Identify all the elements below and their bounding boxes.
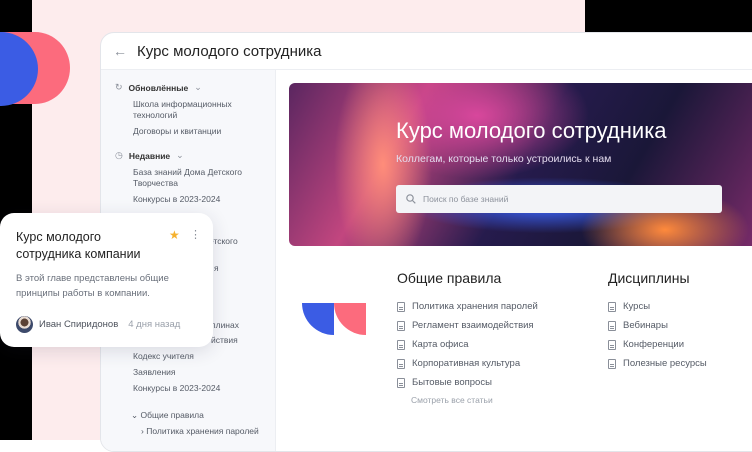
tree-label: Политика хранения паролей bbox=[146, 426, 259, 436]
search-icon bbox=[406, 194, 416, 204]
background-block bbox=[585, 0, 752, 32]
article-label: Курсы bbox=[623, 301, 651, 312]
card-title: Курс молодого сотрудника компании bbox=[16, 230, 141, 261]
card-description: В этой главе представлены общие принципы… bbox=[16, 273, 169, 299]
sidebar-item[interactable]: Школа информационных технологий bbox=[133, 99, 268, 121]
article-link[interactable]: Конференции bbox=[608, 335, 707, 354]
document-icon bbox=[397, 339, 405, 350]
document-icon bbox=[397, 320, 405, 331]
section-label: Недавние bbox=[128, 150, 171, 161]
article-link[interactable]: Карта офиса bbox=[397, 335, 538, 354]
timestamp: 4 дня назад bbox=[128, 319, 181, 330]
sidebar-item[interactable]: йствия bbox=[211, 335, 346, 346]
sidebar-item[interactable]: База знаний Дома Детского Творчества bbox=[133, 167, 268, 189]
article-label: Бытовые вопросы bbox=[412, 377, 492, 388]
more-vertical-icon[interactable]: ⋮ bbox=[190, 228, 201, 241]
search-input[interactable]: Поиск по базе знаний bbox=[396, 185, 722, 213]
document-icon bbox=[397, 301, 405, 312]
chevron-down-icon: ⌄ bbox=[176, 150, 184, 160]
star-icon[interactable]: ★ bbox=[169, 228, 180, 242]
avatar bbox=[16, 316, 33, 333]
section-title: Общие правила bbox=[397, 270, 502, 286]
article-link[interactable]: Полезные ресурсы bbox=[608, 354, 707, 373]
article-label: Регламент взаимодействия bbox=[412, 320, 534, 331]
article-label: Политика хранения паролей bbox=[412, 301, 538, 312]
sidebar-item[interactable]: Конкурсы в 2023-2024 bbox=[133, 194, 268, 205]
tree-label: Общие правила bbox=[140, 410, 204, 420]
author-name: Иван Спиридонов bbox=[39, 319, 119, 330]
document-icon bbox=[608, 301, 616, 312]
chevron-down-icon: ⌄ bbox=[194, 82, 202, 92]
article-label: Конференции bbox=[623, 339, 685, 350]
section-title: Дисциплины bbox=[608, 270, 690, 286]
article-label: Корпоративная культура bbox=[412, 358, 521, 369]
window-header: ← Курс молодого сотрудника bbox=[101, 33, 752, 70]
document-icon bbox=[608, 358, 616, 369]
article-link[interactable]: Политика хранения паролей bbox=[397, 297, 538, 316]
document-icon bbox=[608, 320, 616, 331]
section-recent[interactable]: ◷ Недавние ⌄ bbox=[115, 150, 184, 161]
search-placeholder: Поиск по базе знаний bbox=[423, 194, 509, 204]
course-card[interactable]: Курс молодого сотрудника компании ★ ⋮ В … bbox=[0, 213, 213, 347]
sidebar-item[interactable]: Конкурсы в 2023-2024 bbox=[133, 383, 268, 394]
article-link[interactable]: Регламент взаимодействия bbox=[397, 316, 538, 335]
document-icon bbox=[608, 339, 616, 350]
page-title: Курс молодого сотрудника bbox=[137, 42, 322, 60]
section-general-rules: Общие правила Политика хранения паролей … bbox=[397, 270, 538, 405]
hero-banner: Курс молодого сотрудника Коллегам, котор… bbox=[289, 83, 752, 246]
section-label: Обновлённые bbox=[128, 82, 189, 93]
article-link[interactable]: Курсы bbox=[608, 297, 707, 316]
clock-icon: ◷ bbox=[115, 150, 123, 160]
sidebar-item[interactable]: Договоры и квитанции bbox=[133, 126, 268, 137]
card-footer: Иван Спиридонов 4 дня назад bbox=[16, 316, 180, 333]
tree-folder[interactable]: ⌄ Общие правила bbox=[131, 410, 266, 421]
sidebar-item[interactable]: Кодекс учителя bbox=[133, 351, 268, 362]
view-all-link[interactable]: Смотреть все статьи bbox=[411, 395, 538, 405]
sidebar-item[interactable]: я bbox=[214, 263, 349, 274]
section-updated[interactable]: ↻ Обновлённые ⌄ bbox=[115, 82, 202, 93]
hero-title: Курс молодого сотрудника bbox=[396, 118, 667, 143]
section-disciplines: Дисциплины Курсы Вебинары Конференции По… bbox=[608, 270, 707, 373]
article-label: Полезные ресурсы bbox=[623, 358, 707, 369]
tree-item[interactable]: › Политика хранения паролей bbox=[141, 426, 281, 437]
article-link[interactable]: Бытовые вопросы bbox=[397, 373, 538, 392]
article-label: Вебинары bbox=[623, 320, 668, 331]
article-link[interactable]: Корпоративная культура bbox=[397, 354, 538, 373]
arrow-left-icon[interactable]: ← bbox=[113, 43, 127, 59]
refresh-icon: ↻ bbox=[115, 82, 123, 92]
article-label: Карта офиса bbox=[412, 339, 469, 350]
article-link[interactable]: Вебинары bbox=[608, 316, 707, 335]
hero-subtitle: Коллегам, которые только устроились к на… bbox=[396, 153, 612, 165]
sidebar-item[interactable]: Заявления bbox=[133, 367, 268, 378]
document-icon bbox=[397, 377, 405, 388]
document-icon bbox=[397, 358, 405, 369]
